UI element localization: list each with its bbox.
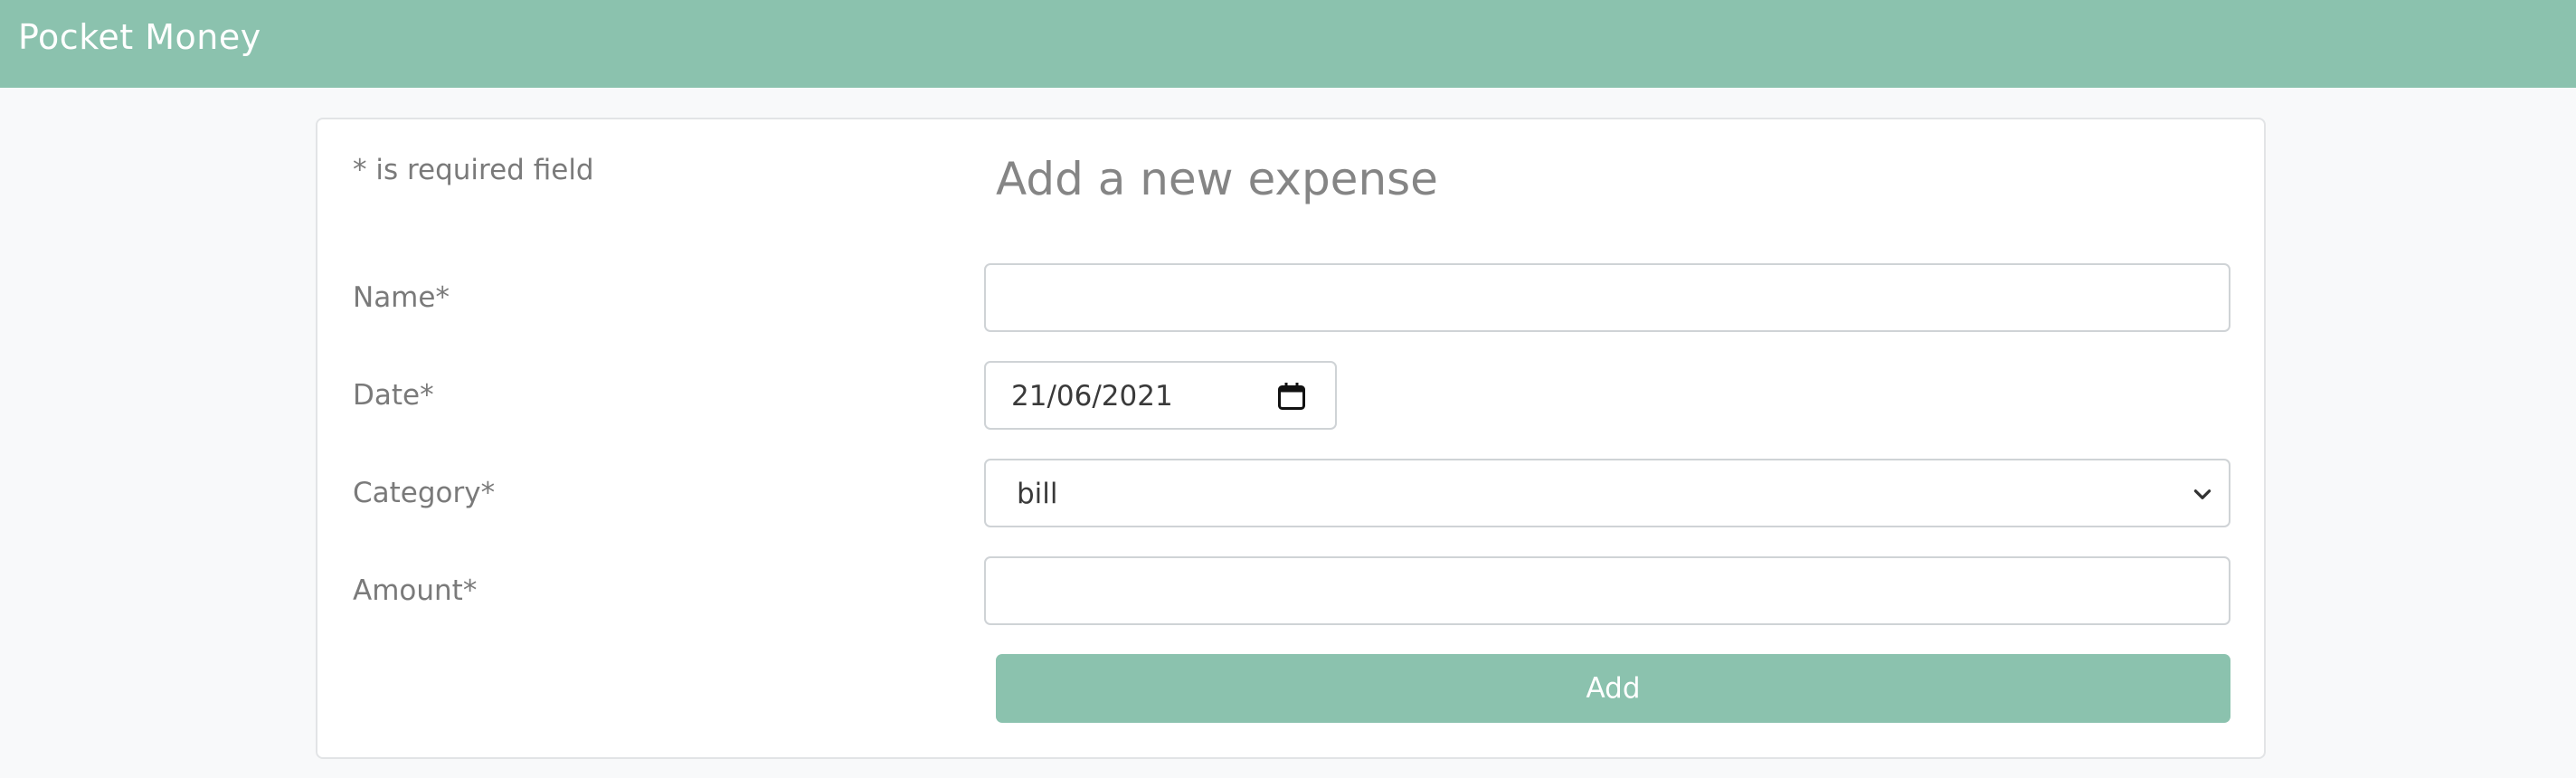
category-select[interactable]: bill [984,459,2230,527]
category-label: Category* [353,477,496,509]
date-label: Date* [353,379,434,412]
amount-label: Amount* [353,574,478,607]
top-navbar: Pocket Money [0,0,2576,88]
required-field-note: * is required field [353,154,594,186]
date-input[interactable]: 21/06/2021 [984,361,1337,430]
amount-input[interactable] [984,556,2230,625]
date-input-value: 21/06/2021 [1011,380,1173,413]
chevron-down-icon [2193,489,2211,499]
name-label: Name* [353,281,450,314]
add-button[interactable]: Add [996,654,2230,723]
category-select-value: bill [1017,478,1058,510]
form-title: Add a new expense [996,153,1438,205]
app-title[interactable]: Pocket Money [18,14,261,60]
calendar-icon[interactable] [1275,380,1308,413]
name-input[interactable] [984,263,2230,332]
